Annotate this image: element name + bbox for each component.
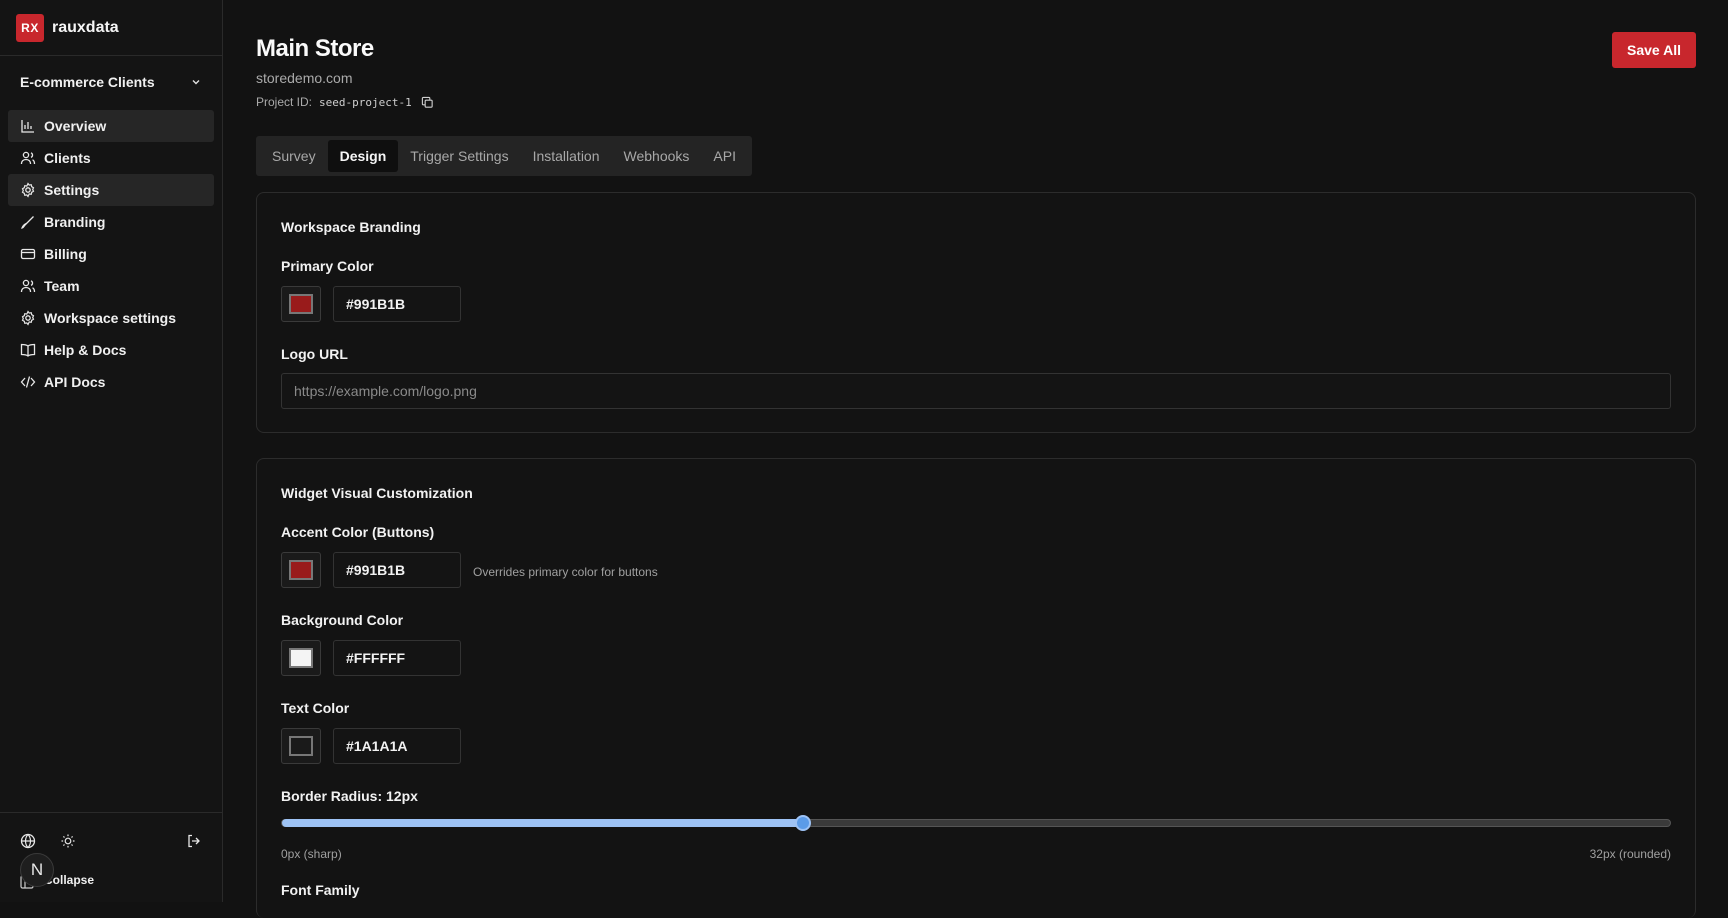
copy-icon[interactable] [421, 96, 434, 109]
book-icon [20, 343, 36, 357]
primary-color-input[interactable] [333, 286, 461, 322]
tab-webhooks[interactable]: Webhooks [612, 140, 702, 172]
brand-header: RX rauxdata [0, 0, 222, 56]
users-icon [20, 151, 36, 165]
slider-thumb[interactable] [794, 815, 811, 831]
credit-card-icon [20, 248, 36, 260]
sidebar-item-label: Team [44, 278, 80, 294]
sidebar-item-settings[interactable]: Settings [8, 174, 214, 206]
tab-bar: Survey Design Trigger Settings Installat… [256, 136, 752, 176]
text-color-input[interactable] [333, 728, 461, 764]
border-radius-label: Border Radius: 12px [281, 788, 418, 804]
sidebar-item-label: API Docs [44, 374, 106, 390]
project-id-value: seed-project-1 [319, 95, 412, 109]
tab-design[interactable]: Design [327, 140, 399, 172]
swatch-fill [289, 294, 313, 314]
swatch-fill [289, 736, 313, 756]
background-color-label: Background Color [281, 612, 404, 628]
sidebar-nav: Overview Clients Settings Branding Billi… [0, 110, 222, 398]
sidebar-item-label: Help & Docs [44, 342, 127, 358]
text-color-swatch[interactable] [281, 728, 321, 764]
sidebar-item-workspace-settings[interactable]: Workspace settings [8, 302, 214, 334]
accent-color-input[interactable] [333, 552, 461, 588]
save-all-button[interactable]: Save All [1612, 32, 1696, 68]
font-family-label: Font Family [281, 882, 360, 898]
workspace-selector[interactable]: E-commerce Clients [0, 62, 222, 102]
card-title: Workspace Branding [281, 219, 421, 235]
globe-icon[interactable] [20, 833, 36, 849]
avatar[interactable]: N [20, 853, 54, 887]
gear-icon [21, 182, 35, 198]
code-icon [20, 376, 36, 388]
bar-chart-icon [21, 120, 34, 133]
card-title: Widget Visual Customization [281, 485, 473, 501]
sidebar-item-label: Billing [44, 246, 87, 262]
sidebar-item-label: Overview [44, 118, 107, 134]
sidebar-item-clients[interactable]: Clients [8, 142, 214, 174]
radius-max-label: 32px (rounded) [1589, 847, 1671, 861]
background-color-swatch[interactable] [281, 640, 321, 676]
sidebar-item-label: Settings [44, 182, 100, 198]
accent-color-label: Accent Color (Buttons) [281, 524, 435, 540]
sidebar-item-api-docs[interactable]: API Docs [8, 366, 214, 398]
swatch-fill [289, 648, 313, 668]
widget-customization-card: Widget Visual Customization Accent Color… [256, 458, 1696, 918]
logo-url-input[interactable] [281, 373, 1671, 409]
sidebar-item-label: Branding [44, 214, 106, 230]
accent-color-swatch[interactable] [281, 552, 321, 588]
text-color-label: Text Color [281, 700, 350, 716]
users-icon [20, 279, 36, 293]
brand-logo[interactable]: RX [16, 13, 44, 42]
primary-color-label: Primary Color [281, 258, 374, 274]
tab-api[interactable]: API [701, 140, 748, 172]
sidebar-item-overview[interactable]: Overview [8, 110, 214, 142]
sidebar-item-help-docs[interactable]: Help & Docs [8, 334, 214, 366]
sidebar-item-branding[interactable]: Branding [8, 206, 214, 238]
project-id-row: Project ID: seed-project-1 [256, 95, 434, 109]
brand-name: rauxdata [52, 18, 119, 36]
brush-icon [21, 216, 34, 229]
chevron-down-icon [192, 80, 200, 85]
tab-survey[interactable]: Survey [260, 140, 328, 172]
workspace-branding-card: Workspace Branding Primary Color Logo UR… [256, 192, 1696, 433]
tab-installation[interactable]: Installation [521, 140, 612, 172]
swatch-fill [289, 560, 313, 580]
border-radius-slider[interactable] [281, 815, 1671, 831]
background-color-input[interactable] [333, 640, 461, 676]
tab-trigger-settings[interactable]: Trigger Settings [398, 140, 520, 172]
gear-icon [21, 310, 35, 326]
sidebar-item-label: Workspace settings [44, 310, 177, 326]
project-id-label: Project ID: [256, 95, 313, 109]
sidebar: RX rauxdata E-commerce Clients Overview … [0, 0, 223, 902]
page-title: Main Store [256, 35, 374, 62]
primary-color-swatch[interactable] [281, 286, 321, 322]
project-domain: storedemo.com [256, 70, 353, 86]
accent-color-hint: Overrides primary color for buttons [473, 565, 658, 579]
sun-icon[interactable] [60, 833, 76, 849]
radius-min-label: 0px (sharp) [281, 847, 342, 861]
slider-fill [282, 819, 803, 827]
sidebar-item-billing[interactable]: Billing [8, 238, 214, 270]
workspace-selector-label: E-commerce Clients [20, 74, 155, 90]
footer-icons [20, 829, 202, 853]
logout-icon[interactable] [186, 833, 202, 849]
sidebar-footer: Collapse N [0, 812, 222, 902]
sidebar-item-team[interactable]: Team [8, 270, 214, 302]
sidebar-item-label: Clients [44, 150, 91, 166]
logo-url-label: Logo URL [281, 346, 348, 362]
